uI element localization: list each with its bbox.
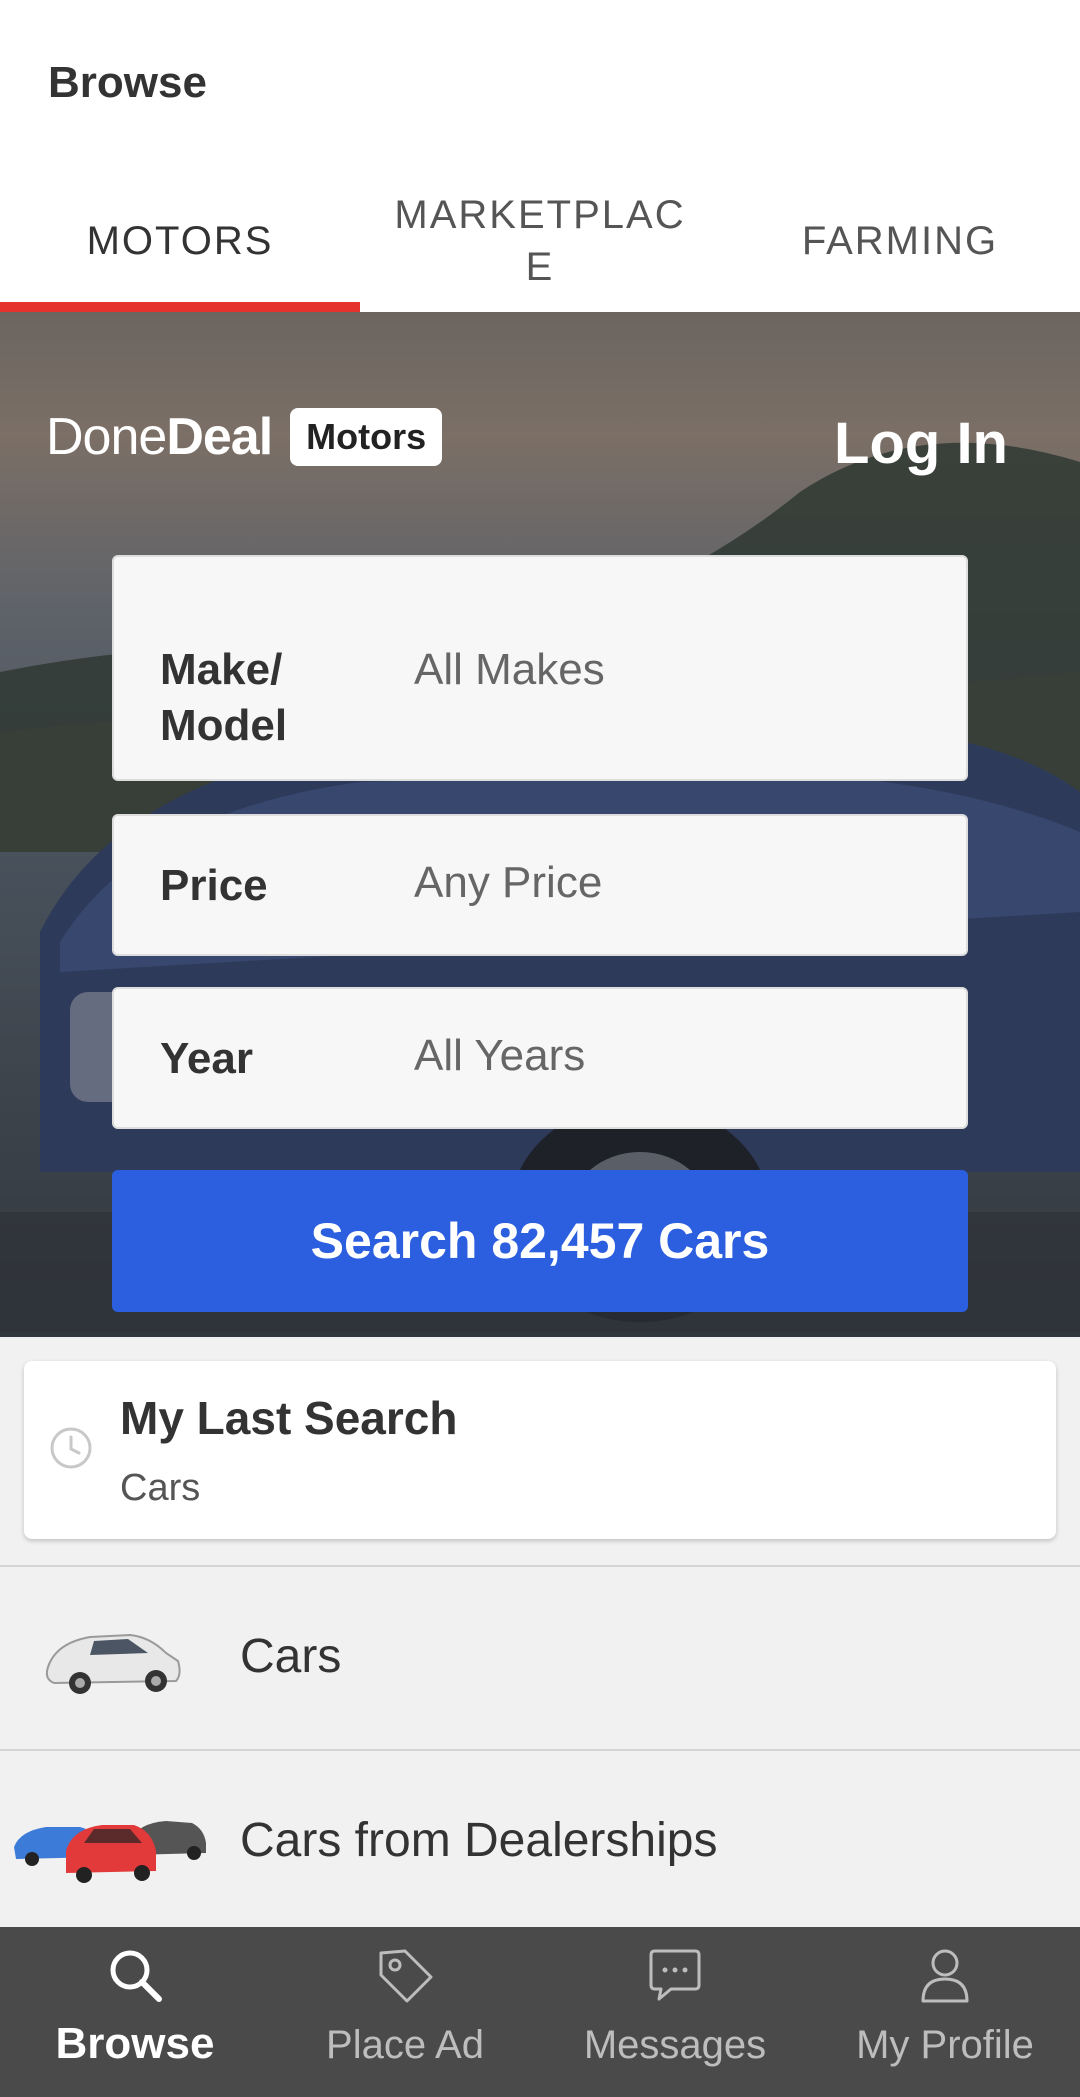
tab-label: MOTORS xyxy=(86,219,274,263)
year-label: Year xyxy=(160,1034,253,1083)
user-icon xyxy=(921,1949,969,2003)
make-model-label: Make/ Model xyxy=(160,645,288,750)
tab-label: FARMING xyxy=(801,219,999,263)
last-search-title: My Last Search xyxy=(120,1392,458,1444)
tab-marketplace[interactable]: MARKETPLACE xyxy=(360,170,720,312)
tab-label: MARKETPLACE xyxy=(394,193,686,289)
category-tabs: MOTORS MARKETPLACE FARMING xyxy=(0,170,1080,312)
tag-icon xyxy=(379,1949,433,2003)
nav-label: Messages xyxy=(583,2023,767,2067)
clock-icon xyxy=(50,1427,92,1469)
login-button[interactable]: Log In xyxy=(834,410,1008,477)
page-title: Browse xyxy=(48,58,207,107)
logo-deal: Deal xyxy=(166,408,273,466)
nav-messages[interactable]: Messages xyxy=(540,1927,810,2097)
price-value: Any Price xyxy=(414,858,603,907)
hero-search-panel: Done Deal Motors Log In Make/ Model All M… xyxy=(0,312,1080,1337)
tab-farming[interactable]: FARMING xyxy=(720,170,1080,312)
category-row-cars[interactable]: Cars xyxy=(0,1567,1080,1749)
donedeal-motors-logo: Done Deal Motors xyxy=(46,407,443,467)
category-label-cars: Cars xyxy=(240,1630,342,1683)
nav-label: My Profile xyxy=(856,2023,1034,2067)
chat-icon xyxy=(649,1949,701,2001)
browse-content: My Last Search Cars Cars Cars from Deale… xyxy=(0,1337,1080,1927)
logo-motors-badge: Motors xyxy=(290,408,443,466)
nav-place-ad[interactable]: Place Ad xyxy=(270,1927,540,2097)
logo-done: Done xyxy=(46,408,167,466)
nav-label: Browse xyxy=(55,2019,215,2068)
year-field[interactable]: Year All Years xyxy=(112,987,968,1129)
price-label: Price xyxy=(160,861,268,910)
last-search-subtitle: Cars xyxy=(120,1467,201,1509)
last-search-card[interactable]: My Last Search Cars xyxy=(24,1361,1056,1539)
nav-label: Place Ad xyxy=(326,2023,484,2067)
make-model-field[interactable]: Make/ Model All Makes xyxy=(112,555,968,781)
nav-browse[interactable]: Browse xyxy=(0,1927,270,2097)
bottom-navigation: Browse Place Ad Messages My Profile xyxy=(0,1927,1080,2097)
year-value: All Years xyxy=(414,1031,586,1080)
make-model-value: All Makes xyxy=(414,645,605,694)
category-row-dealerships[interactable]: Cars from Dealerships xyxy=(0,1751,1080,1933)
category-label-dealerships: Cars from Dealerships xyxy=(240,1814,718,1867)
dealership-cars-thumbnail xyxy=(14,1821,206,1883)
search-cars-button[interactable]: Search 82,457 Cars xyxy=(112,1170,968,1312)
app-bar: Browse xyxy=(0,0,1080,170)
price-field[interactable]: Price Any Price xyxy=(112,814,968,956)
car-thumbnail xyxy=(45,1633,181,1694)
tab-motors[interactable]: MOTORS xyxy=(0,170,360,312)
search-icon xyxy=(110,1950,162,2002)
nav-my-profile[interactable]: My Profile xyxy=(810,1927,1080,2097)
